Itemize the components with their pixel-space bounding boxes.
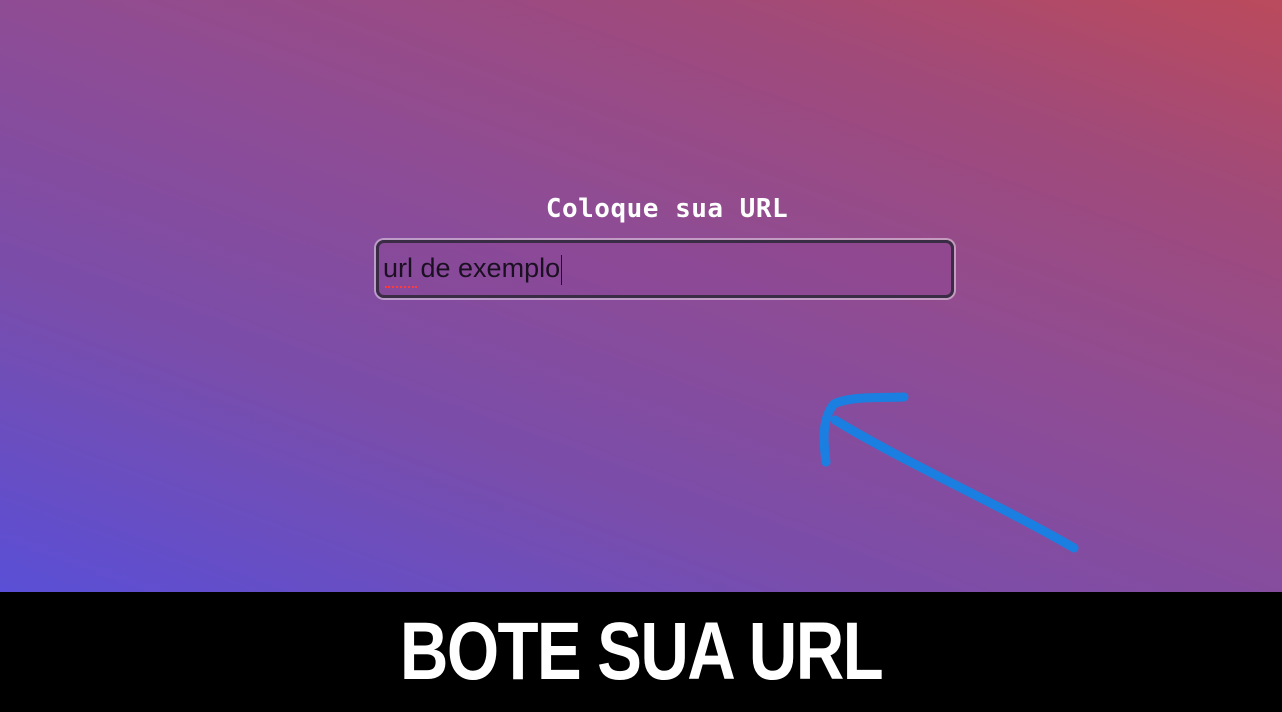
text-caret bbox=[561, 254, 563, 285]
url-label: Coloque sua URL bbox=[545, 194, 789, 224]
url-input[interactable]: url de exemplo bbox=[376, 240, 954, 298]
caption-bar: BOTE SUA URL bbox=[0, 592, 1282, 712]
url-input-value[interactable]: url de exemplo bbox=[383, 253, 563, 289]
caption-text: BOTE SUA URL bbox=[399, 606, 884, 697]
spellcheck-underline bbox=[385, 283, 417, 289]
page-background: Coloque sua URL url de exemplo bbox=[0, 0, 1282, 592]
